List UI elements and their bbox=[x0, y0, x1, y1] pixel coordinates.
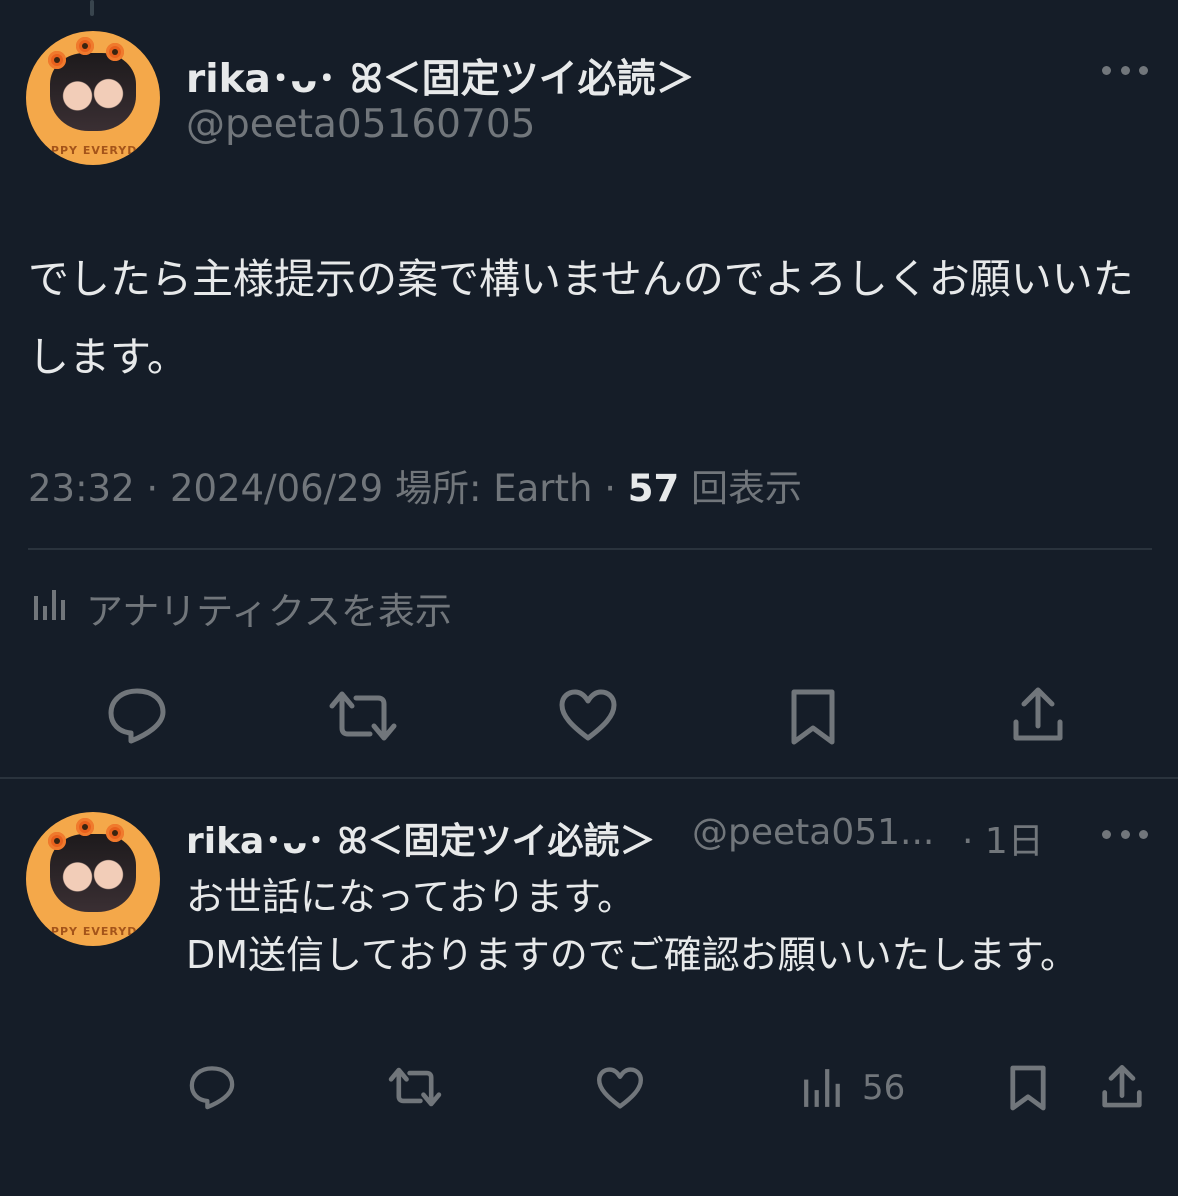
divider bbox=[28, 548, 1152, 550]
thread-line bbox=[90, 0, 94, 16]
views-count: 57 bbox=[627, 467, 680, 510]
like-icon[interactable] bbox=[558, 688, 618, 742]
divider bbox=[0, 777, 1178, 779]
avatar[interactable]: HAPPY EVERYDAY bbox=[26, 812, 160, 946]
flower-icon bbox=[76, 818, 94, 836]
retweet-icon[interactable] bbox=[388, 1066, 442, 1108]
flower-icon bbox=[106, 824, 124, 842]
author-handle[interactable]: @peeta05160705 bbox=[186, 102, 535, 147]
share-icon[interactable] bbox=[1010, 686, 1066, 744]
bookmark-icon[interactable] bbox=[1008, 1064, 1048, 1112]
tweet-detail-page: HAPPY EVERYDAY rika･ᴗ･ ꕤ＜固定ツイ必読＞ @peeta0… bbox=[0, 0, 1178, 1196]
tweet-time[interactable]: 23:32 bbox=[28, 467, 135, 510]
tweet-location: 場所: Earth bbox=[394, 467, 593, 510]
more-icon[interactable] bbox=[1102, 828, 1148, 840]
tweet-date[interactable]: 2024/06/29 bbox=[170, 467, 383, 510]
avatar-caption: HAPPY EVERYDAY bbox=[31, 925, 155, 938]
share-icon[interactable] bbox=[1100, 1064, 1144, 1110]
analytics-label: アナリティクスを表示 bbox=[86, 590, 452, 633]
views-label: 回表示 bbox=[690, 467, 802, 510]
avatar[interactable]: HAPPY EVERYDAY bbox=[26, 31, 160, 165]
analytics-link[interactable]: アナリティクスを表示 bbox=[28, 580, 452, 636]
author-handle[interactable]: @peeta051... bbox=[692, 812, 934, 853]
flower-icon bbox=[106, 43, 124, 61]
retweet-icon[interactable] bbox=[328, 690, 398, 742]
flower-icon bbox=[76, 37, 94, 55]
tweet-meta: 23:32 · 2024/06/29 場所: Earth · 57 回表示 bbox=[28, 467, 802, 510]
bookmark-icon[interactable] bbox=[788, 688, 838, 746]
tweet-time-ago[interactable]: · 1日 bbox=[962, 812, 1044, 864]
views-count: 56 bbox=[862, 1068, 906, 1108]
flower-icon bbox=[48, 832, 66, 850]
reply-icon[interactable] bbox=[106, 686, 168, 744]
avatar-caption: HAPPY EVERYDAY bbox=[31, 144, 155, 157]
like-icon[interactable] bbox=[596, 1066, 644, 1110]
author-name[interactable]: rika･ᴗ･ ꕤ＜固定ツイ必読＞ bbox=[186, 812, 656, 864]
analytics-icon bbox=[28, 584, 68, 633]
views-icon[interactable] bbox=[802, 1066, 844, 1110]
tweet-text-body: お世話になっております。 DM送信しておりますのでご確認お願いいたします。 bbox=[186, 875, 1078, 977]
flower-icon bbox=[48, 51, 66, 69]
tweet-text: お世話になっております。 DM送信しておりますのでご確認お願いいたします。 bbox=[186, 868, 1126, 984]
author-name[interactable]: rika･ᴗ･ ꕤ＜固定ツイ必読＞ bbox=[186, 48, 695, 104]
more-icon[interactable] bbox=[1102, 64, 1148, 76]
reply-icon[interactable] bbox=[188, 1064, 236, 1110]
tweet-text: でしたら主様提示の案で構いませんのでよろしくお願いいたします。 bbox=[28, 255, 1134, 381]
